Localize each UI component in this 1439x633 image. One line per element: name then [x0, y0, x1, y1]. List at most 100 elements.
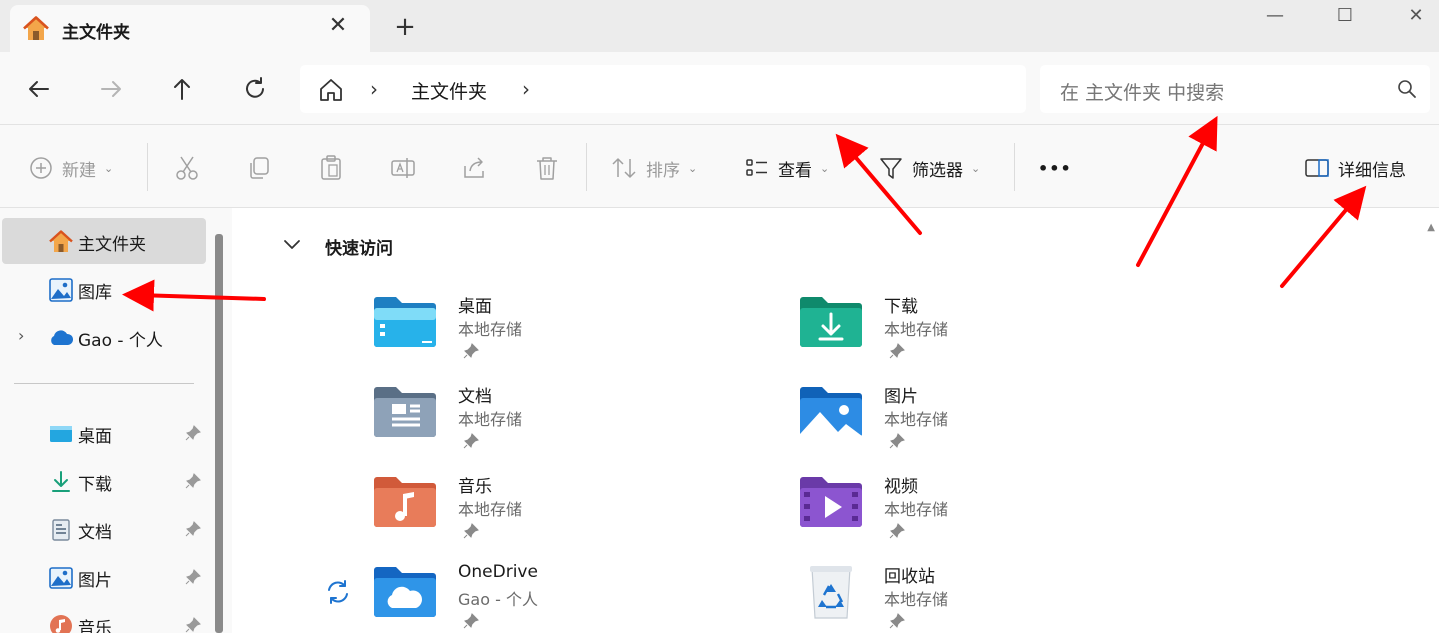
- section-title[interactable]: 快速访问: [325, 234, 393, 259]
- pin-icon: [889, 433, 905, 449]
- pin-icon: [463, 613, 479, 629]
- pin-icon: [889, 523, 905, 539]
- address-segment[interactable]: 主文件夹: [411, 77, 487, 104]
- details-pane-button[interactable]: 详细信息: [1304, 153, 1406, 183]
- recycle-bin-icon: [810, 566, 852, 619]
- view-label: 查看: [778, 160, 812, 181]
- address-bar[interactable]: › 主文件夹 ›: [300, 65, 1026, 113]
- sidebar-item-downloads[interactable]: 下载: [2, 458, 206, 504]
- quick-access-recycle-bin[interactable]: 回收站 本地存储: [798, 560, 1178, 633]
- filter-label: 筛选器: [912, 160, 963, 181]
- sidebar-item-onedrive[interactable]: › Gao - 个人: [2, 314, 206, 360]
- view-button[interactable]: 查看 ⌄: [744, 153, 829, 183]
- up-button[interactable]: [167, 74, 197, 104]
- quick-access-name: 音乐: [458, 477, 492, 497]
- pictures-folder-icon: [800, 387, 862, 437]
- desktop-icon: [50, 426, 72, 442]
- filter-button[interactable]: 筛选器 ⌄: [878, 153, 980, 183]
- refresh-button[interactable]: [240, 74, 270, 104]
- download-icon: [52, 471, 70, 492]
- title-bar: 主文件夹 ✕ + — ☐ ✕: [0, 0, 1439, 52]
- minimize-button[interactable]: —: [1262, 4, 1288, 30]
- quick-access-onedrive[interactable]: OneDrive Gao - 个人: [372, 560, 752, 633]
- delete-icon[interactable]: [532, 153, 562, 183]
- sidebar-divider: [14, 383, 194, 384]
- quick-access-downloads[interactable]: 下载 本地存储: [798, 290, 1178, 372]
- quick-access-pictures[interactable]: 图片 本地存储: [798, 380, 1178, 462]
- divider: [586, 143, 587, 191]
- sidebar-item-label: 下载: [78, 475, 112, 495]
- quick-access-documents[interactable]: 文档 本地存储: [372, 380, 752, 462]
- copy-icon[interactable]: [244, 153, 274, 183]
- quick-access-name: 回收站: [884, 567, 935, 587]
- sidebar-item-label: 音乐: [78, 619, 112, 633]
- chevron-right-icon[interactable]: ›: [522, 77, 530, 101]
- divider: [1014, 143, 1015, 191]
- search-input[interactable]: 在 主文件夹 中搜索: [1060, 78, 1224, 105]
- pin-icon: [463, 433, 479, 449]
- details-pane-icon: [1305, 159, 1329, 177]
- more-options-button[interactable]: •••: [1038, 153, 1072, 183]
- new-tab-button[interactable]: +: [392, 14, 418, 40]
- paste-icon[interactable]: [316, 153, 346, 183]
- quick-access-music[interactable]: 音乐 本地存储: [372, 470, 752, 552]
- chevron-down-icon[interactable]: [282, 234, 302, 254]
- maximize-button[interactable]: ☐: [1332, 4, 1358, 30]
- chevron-down-icon: ⌄: [688, 161, 698, 175]
- chevron-down-icon: ⌄: [971, 161, 981, 175]
- sidebar-item-desktop[interactable]: 桌面: [2, 410, 206, 456]
- home-icon: [23, 16, 49, 40]
- quick-access-location: 本地存储: [884, 500, 949, 519]
- home-outline-icon[interactable]: [318, 77, 344, 103]
- pin-icon[interactable]: [184, 472, 202, 490]
- quick-access-desktop[interactable]: 桌面 本地存储: [372, 290, 752, 372]
- new-button[interactable]: 新建 ⌄: [28, 153, 113, 183]
- sidebar-item-label: 主文件夹: [78, 235, 146, 255]
- videos-folder-icon: [800, 477, 862, 527]
- plus-circle-icon: [30, 157, 52, 179]
- sort-icon: [612, 158, 636, 178]
- sort-label: 排序: [646, 160, 680, 181]
- sidebar-item-home[interactable]: 主文件夹: [2, 218, 206, 264]
- main-content: ▲ 快速访问 桌面 本地存储 下载 本地存储 文档 本地存储 图片 本地存储 音…: [232, 208, 1439, 633]
- pin-icon[interactable]: [184, 424, 202, 442]
- sidebar-item-music[interactable]: 音乐: [2, 602, 206, 633]
- sidebar-item-pictures[interactable]: 图片: [2, 554, 206, 600]
- command-bar: 新建 ⌄ 排序 ⌄ 查看 ⌄ 筛选器 ⌄ ••• 详细信息: [0, 124, 1439, 208]
- sidebar-item-gallery[interactable]: 图库: [2, 266, 206, 312]
- back-button[interactable]: [24, 74, 54, 104]
- sort-button[interactable]: 排序 ⌄: [610, 153, 697, 183]
- forward-button[interactable]: [96, 74, 126, 104]
- sync-icon: [328, 580, 348, 604]
- tab-home[interactable]: 主文件夹 ✕: [10, 5, 370, 52]
- rename-icon[interactable]: [388, 153, 418, 183]
- share-icon[interactable]: [460, 153, 490, 183]
- quick-access-name: 图片: [884, 387, 918, 407]
- sidebar-item-label: 图库: [78, 283, 112, 303]
- search-box[interactable]: 在 主文件夹 中搜索: [1040, 65, 1430, 113]
- quick-access-location: 本地存储: [458, 320, 523, 339]
- chevron-right-icon[interactable]: ›: [18, 326, 24, 345]
- new-label: 新建: [62, 160, 96, 181]
- quick-access-name: 桌面: [458, 297, 492, 317]
- sidebar-item-documents[interactable]: 文档: [2, 506, 206, 552]
- chevron-right-icon[interactable]: ›: [370, 77, 378, 101]
- quick-access-location: 本地存储: [458, 500, 523, 519]
- onedrive-cloud-icon: [51, 330, 74, 345]
- chevron-down-icon: ⌄: [820, 161, 830, 175]
- quick-access-location: 本地存储: [458, 410, 523, 429]
- search-icon[interactable]: [1396, 78, 1418, 100]
- quick-access-videos[interactable]: 视频 本地存储: [798, 470, 1178, 552]
- scroll-up-arrow-icon[interactable]: ▲: [1427, 222, 1435, 233]
- details-label: 详细信息: [1338, 160, 1406, 181]
- cut-icon[interactable]: [172, 153, 202, 183]
- tab-close-button[interactable]: ✕: [326, 15, 350, 39]
- pin-icon[interactable]: [184, 520, 202, 538]
- sidebar-item-label: Gao - 个人: [78, 331, 163, 351]
- sidebar-scrollbar[interactable]: [215, 234, 223, 633]
- close-button[interactable]: ✕: [1403, 4, 1429, 30]
- filter-icon: [880, 158, 902, 179]
- pin-icon[interactable]: [184, 568, 202, 586]
- quick-access-name: 下载: [884, 297, 918, 317]
- pin-icon[interactable]: [184, 616, 202, 633]
